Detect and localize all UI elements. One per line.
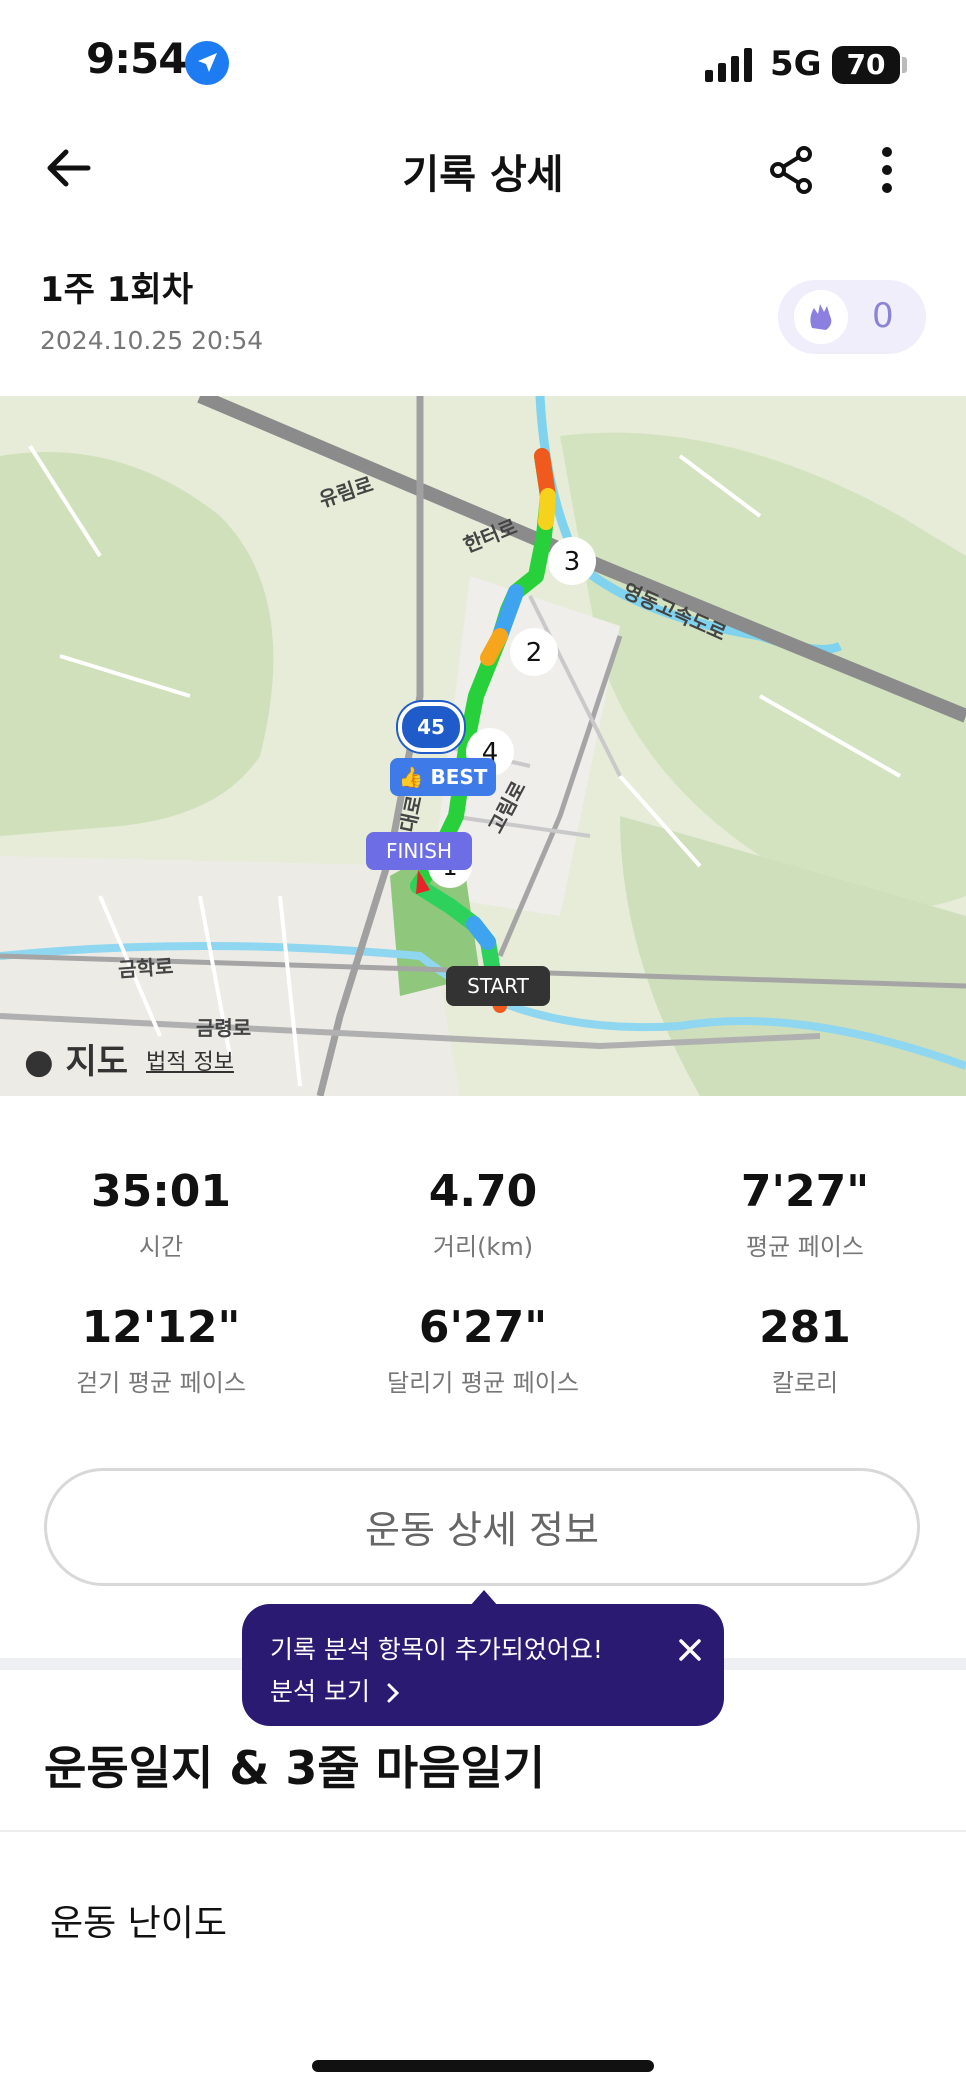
battery-level: 70 bbox=[846, 48, 886, 81]
stat-value: 35:01 bbox=[90, 1166, 232, 1217]
journal-title: 운동일지 & 3줄 마음일기 bbox=[44, 1741, 546, 1795]
stat-value: 4.70 bbox=[428, 1166, 538, 1217]
clap-button[interactable]: 0 bbox=[778, 280, 926, 354]
close-icon[interactable] bbox=[674, 1634, 706, 1666]
location-arrow-icon bbox=[185, 41, 229, 85]
stat-label: 걷기 평균 페이스 bbox=[76, 1369, 246, 1397]
apple-maps-attribution[interactable]: ● 지도 bbox=[24, 1034, 128, 1083]
apple-logo-icon: ● bbox=[24, 1042, 54, 1082]
view-analysis-label: 분석 보기 bbox=[270, 1677, 370, 1706]
map-legal-link[interactable]: 법적 정보 bbox=[146, 1044, 234, 1076]
start-badge: START bbox=[446, 966, 550, 1006]
stat-value: 12'12" bbox=[81, 1302, 241, 1353]
cellular-signal-icon bbox=[705, 48, 752, 82]
stat-time: 35:01 시간 bbox=[0, 1166, 322, 1262]
stat-label: 거리(km) bbox=[432, 1233, 534, 1261]
route-number-shield: 45 bbox=[398, 702, 464, 752]
record-title: 1주 1회차 bbox=[40, 270, 193, 310]
stat-label: 시간 bbox=[138, 1233, 184, 1261]
network-type: 5G bbox=[770, 44, 822, 84]
chevron-right-icon bbox=[387, 1683, 400, 1703]
page-title: 기록 상세 bbox=[402, 152, 564, 198]
record-date: 2024.10.25 20:54 bbox=[40, 326, 264, 355]
clap-count: 0 bbox=[872, 296, 894, 336]
stat-label: 칼로리 bbox=[771, 1369, 839, 1397]
stat-run-pace: 6'27" 달리기 평균 페이스 bbox=[322, 1302, 644, 1398]
status-time: 9:54 bbox=[86, 34, 187, 83]
view-analysis-link[interactable]: 분석 보기 bbox=[270, 1672, 402, 1708]
stat-avg-pace: 7'27" 평균 페이스 bbox=[644, 1166, 966, 1262]
finish-badge: FINISH bbox=[366, 832, 472, 870]
share-icon[interactable] bbox=[766, 144, 818, 196]
stat-calories: 281 칼로리 bbox=[644, 1302, 966, 1398]
lap-marker-2: 2 bbox=[526, 638, 543, 668]
best-label: BEST bbox=[430, 765, 488, 789]
stat-value: 6'27" bbox=[418, 1302, 548, 1353]
map-attribution-label: 지도 bbox=[65, 1042, 129, 1082]
workout-detail-button[interactable]: 운동 상세 정보 bbox=[44, 1468, 920, 1586]
battery-icon: 70 bbox=[832, 46, 900, 84]
best-badge[interactable]: 👍 BEST bbox=[390, 758, 496, 796]
divider bbox=[0, 1830, 966, 1832]
difficulty-label[interactable]: 운동 난이도 bbox=[50, 1894, 227, 1946]
stat-value: 7'27" bbox=[740, 1166, 870, 1217]
home-indicator[interactable] bbox=[312, 2060, 654, 2072]
thumbs-up-icon: 👍 bbox=[398, 765, 424, 789]
stat-label: 달리기 평균 페이스 bbox=[387, 1369, 579, 1397]
stat-distance: 4.70 거리(km) bbox=[322, 1166, 644, 1262]
road-label-geumhak: 금학로 bbox=[117, 954, 175, 982]
road-label-geumryeong: 금령로 bbox=[196, 1016, 252, 1040]
battery-cap bbox=[902, 57, 907, 73]
stat-walk-pace: 12'12" 걷기 평균 페이스 bbox=[0, 1302, 322, 1398]
tooltip-message: 기록 분석 항목이 추가되었어요! bbox=[270, 1635, 603, 1664]
clap-hands-icon bbox=[794, 290, 848, 344]
analysis-tooltip[interactable]: 기록 분석 항목이 추가되었어요! 분석 보기 bbox=[242, 1604, 724, 1726]
stat-label: 평균 페이스 bbox=[745, 1233, 865, 1261]
more-options-icon[interactable] bbox=[870, 144, 904, 196]
stat-value: 281 bbox=[759, 1302, 851, 1353]
lap-marker-3: 3 bbox=[564, 547, 581, 577]
